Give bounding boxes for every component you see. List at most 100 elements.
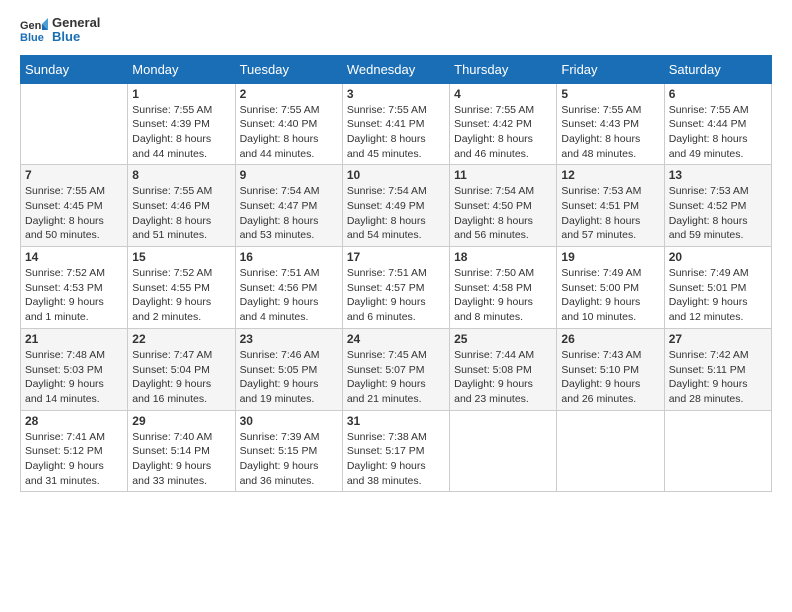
week-row-5: 28 Sunrise: 7:41 AMSunset: 5:12 PMDayligh… — [21, 410, 772, 492]
day-info: Sunrise: 7:38 AMSunset: 5:17 PMDaylight:… — [347, 430, 445, 489]
day-cell: 27Sunrise: 7:42 AMSunset: 5:11 PMDayligh… — [664, 328, 771, 410]
day-info: Sunrise: 7:47 AMSunset: 5:04 PMDaylight:… — [132, 348, 230, 407]
col-header-monday: Monday — [128, 55, 235, 83]
day-cell — [664, 410, 771, 492]
day-cell: 4 Sunrise: 7:55 AMSunset: 4:42 PMDaylight… — [450, 83, 557, 165]
day-number: 29 — [132, 414, 230, 428]
logo-blue: Blue — [52, 30, 100, 44]
day-number: 24 — [347, 332, 445, 346]
day-cell: 28 Sunrise: 7:41 AMSunset: 5:12 PMDayligh… — [21, 410, 128, 492]
day-info: Sunrise: 7:44 AMSunset: 5:08 PMDaylight:… — [454, 348, 552, 407]
day-number: 15 — [132, 250, 230, 264]
day-number: 1 — [132, 87, 230, 101]
day-cell: 22 Sunrise: 7:47 AMSunset: 5:04 PMDayligh… — [128, 328, 235, 410]
day-number: 4 — [454, 87, 552, 101]
day-cell: 20 Sunrise: 7:49 AMSunset: 5:01 PMDayligh… — [664, 247, 771, 329]
day-info: Sunrise: 7:49 AMSunset: 5:00 PMDaylight:… — [561, 266, 659, 325]
day-cell: 3Sunrise: 7:55 AMSunset: 4:41 PMDaylight… — [342, 83, 449, 165]
day-info: Sunrise: 7:54 AMSunset: 4:47 PMDaylight:… — [240, 184, 338, 243]
day-info: Sunrise: 7:41 AMSunset: 5:12 PMDaylight:… — [25, 430, 123, 489]
col-header-wednesday: Wednesday — [342, 55, 449, 83]
col-header-thursday: Thursday — [450, 55, 557, 83]
day-info: Sunrise: 7:50 AMSunset: 4:58 PMDaylight:… — [454, 266, 552, 325]
day-info: Sunrise: 7:55 AMSunset: 4:40 PMDaylight:… — [240, 103, 338, 162]
day-cell: 30 Sunrise: 7:39 AMSunset: 5:15 PMDayligh… — [235, 410, 342, 492]
day-info: Sunrise: 7:39 AMSunset: 5:15 PMDaylight:… — [240, 430, 338, 489]
day-cell: 1 Sunrise: 7:55 AMSunset: 4:39 PMDaylight… — [128, 83, 235, 165]
day-info: Sunrise: 7:42 AMSunset: 5:11 PMDaylight:… — [669, 348, 767, 407]
day-number: 25 — [454, 332, 552, 346]
day-cell: 12 Sunrise: 7:53 AMSunset: 4:51 PMDayligh… — [557, 165, 664, 247]
day-info: Sunrise: 7:54 AMSunset: 4:49 PMDaylight:… — [347, 184, 445, 243]
week-row-4: 21Sunrise: 7:48 AMSunset: 5:03 PMDayligh… — [21, 328, 772, 410]
day-cell: 18Sunrise: 7:50 AMSunset: 4:58 PMDayligh… — [450, 247, 557, 329]
col-header-sunday: Sunday — [21, 55, 128, 83]
day-number: 13 — [669, 168, 767, 182]
day-info: Sunrise: 7:53 AMSunset: 4:51 PMDaylight:… — [561, 184, 659, 243]
day-number: 19 — [561, 250, 659, 264]
day-info: Sunrise: 7:55 AMSunset: 4:46 PMDaylight:… — [132, 184, 230, 243]
day-number: 28 — [25, 414, 123, 428]
day-number: 16 — [240, 250, 338, 264]
day-number: 11 — [454, 168, 552, 182]
week-row-3: 14Sunrise: 7:52 AMSunset: 4:53 PMDayligh… — [21, 247, 772, 329]
day-number: 26 — [561, 332, 659, 346]
day-cell — [450, 410, 557, 492]
day-info: Sunrise: 7:55 AMSunset: 4:39 PMDaylight:… — [132, 103, 230, 162]
day-info: Sunrise: 7:55 AMSunset: 4:42 PMDaylight:… — [454, 103, 552, 162]
logo-icon: General Blue — [20, 16, 48, 44]
day-cell: 10Sunrise: 7:54 AMSunset: 4:49 PMDayligh… — [342, 165, 449, 247]
day-info: Sunrise: 7:53 AMSunset: 4:52 PMDaylight:… — [669, 184, 767, 243]
day-info: Sunrise: 7:55 AMSunset: 4:41 PMDaylight:… — [347, 103, 445, 162]
day-number: 23 — [240, 332, 338, 346]
day-number: 2 — [240, 87, 338, 101]
calendar-table: SundayMondayTuesdayWednesdayThursdayFrid… — [20, 55, 772, 493]
page: General Blue General Blue SundayMondayTu… — [0, 0, 792, 502]
day-cell: 11 Sunrise: 7:54 AMSunset: 4:50 PMDayligh… — [450, 165, 557, 247]
day-info: Sunrise: 7:54 AMSunset: 4:50 PMDaylight:… — [454, 184, 552, 243]
day-cell: 2 Sunrise: 7:55 AMSunset: 4:40 PMDaylight… — [235, 83, 342, 165]
logo: General Blue General Blue — [20, 16, 100, 45]
day-info: Sunrise: 7:46 AMSunset: 5:05 PMDaylight:… — [240, 348, 338, 407]
day-cell: 25 Sunrise: 7:44 AMSunset: 5:08 PMDayligh… — [450, 328, 557, 410]
day-number: 22 — [132, 332, 230, 346]
day-number: 17 — [347, 250, 445, 264]
day-cell: 29 Sunrise: 7:40 AMSunset: 5:14 PMDayligh… — [128, 410, 235, 492]
col-header-friday: Friday — [557, 55, 664, 83]
day-cell: 24Sunrise: 7:45 AMSunset: 5:07 PMDayligh… — [342, 328, 449, 410]
day-number: 14 — [25, 250, 123, 264]
day-cell: 6Sunrise: 7:55 AMSunset: 4:44 PMDaylight… — [664, 83, 771, 165]
day-number: 12 — [561, 168, 659, 182]
day-cell — [21, 83, 128, 165]
day-number: 20 — [669, 250, 767, 264]
day-cell: 7Sunrise: 7:55 AMSunset: 4:45 PMDaylight… — [21, 165, 128, 247]
day-number: 7 — [25, 168, 123, 182]
day-cell: 21Sunrise: 7:48 AMSunset: 5:03 PMDayligh… — [21, 328, 128, 410]
day-cell: 15Sunrise: 7:52 AMSunset: 4:55 PMDayligh… — [128, 247, 235, 329]
day-cell: 19 Sunrise: 7:49 AMSunset: 5:00 PMDayligh… — [557, 247, 664, 329]
day-cell: 26Sunrise: 7:43 AMSunset: 5:10 PMDayligh… — [557, 328, 664, 410]
day-number: 6 — [669, 87, 767, 101]
day-cell: 9 Sunrise: 7:54 AMSunset: 4:47 PMDaylight… — [235, 165, 342, 247]
day-number: 9 — [240, 168, 338, 182]
day-info: Sunrise: 7:55 AMSunset: 4:43 PMDaylight:… — [561, 103, 659, 162]
day-number: 31 — [347, 414, 445, 428]
day-cell: 17Sunrise: 7:51 AMSunset: 4:57 PMDayligh… — [342, 247, 449, 329]
day-cell: 13 Sunrise: 7:53 AMSunset: 4:52 PMDayligh… — [664, 165, 771, 247]
week-row-2: 7Sunrise: 7:55 AMSunset: 4:45 PMDaylight… — [21, 165, 772, 247]
day-number: 30 — [240, 414, 338, 428]
day-info: Sunrise: 7:48 AMSunset: 5:03 PMDaylight:… — [25, 348, 123, 407]
day-cell: 23 Sunrise: 7:46 AMSunset: 5:05 PMDayligh… — [235, 328, 342, 410]
day-cell: 31 Sunrise: 7:38 AMSunset: 5:17 PMDayligh… — [342, 410, 449, 492]
day-info: Sunrise: 7:40 AMSunset: 5:14 PMDaylight:… — [132, 430, 230, 489]
day-number: 5 — [561, 87, 659, 101]
week-row-1: 1 Sunrise: 7:55 AMSunset: 4:39 PMDaylight… — [21, 83, 772, 165]
col-header-tuesday: Tuesday — [235, 55, 342, 83]
day-info: Sunrise: 7:49 AMSunset: 5:01 PMDaylight:… — [669, 266, 767, 325]
svg-text:Blue: Blue — [20, 32, 44, 44]
day-info: Sunrise: 7:51 AMSunset: 4:56 PMDaylight:… — [240, 266, 338, 325]
day-cell: 14Sunrise: 7:52 AMSunset: 4:53 PMDayligh… — [21, 247, 128, 329]
logo-general: General — [52, 16, 100, 30]
day-cell: 5 Sunrise: 7:55 AMSunset: 4:43 PMDaylight… — [557, 83, 664, 165]
day-cell: 16 Sunrise: 7:51 AMSunset: 4:56 PMDayligh… — [235, 247, 342, 329]
